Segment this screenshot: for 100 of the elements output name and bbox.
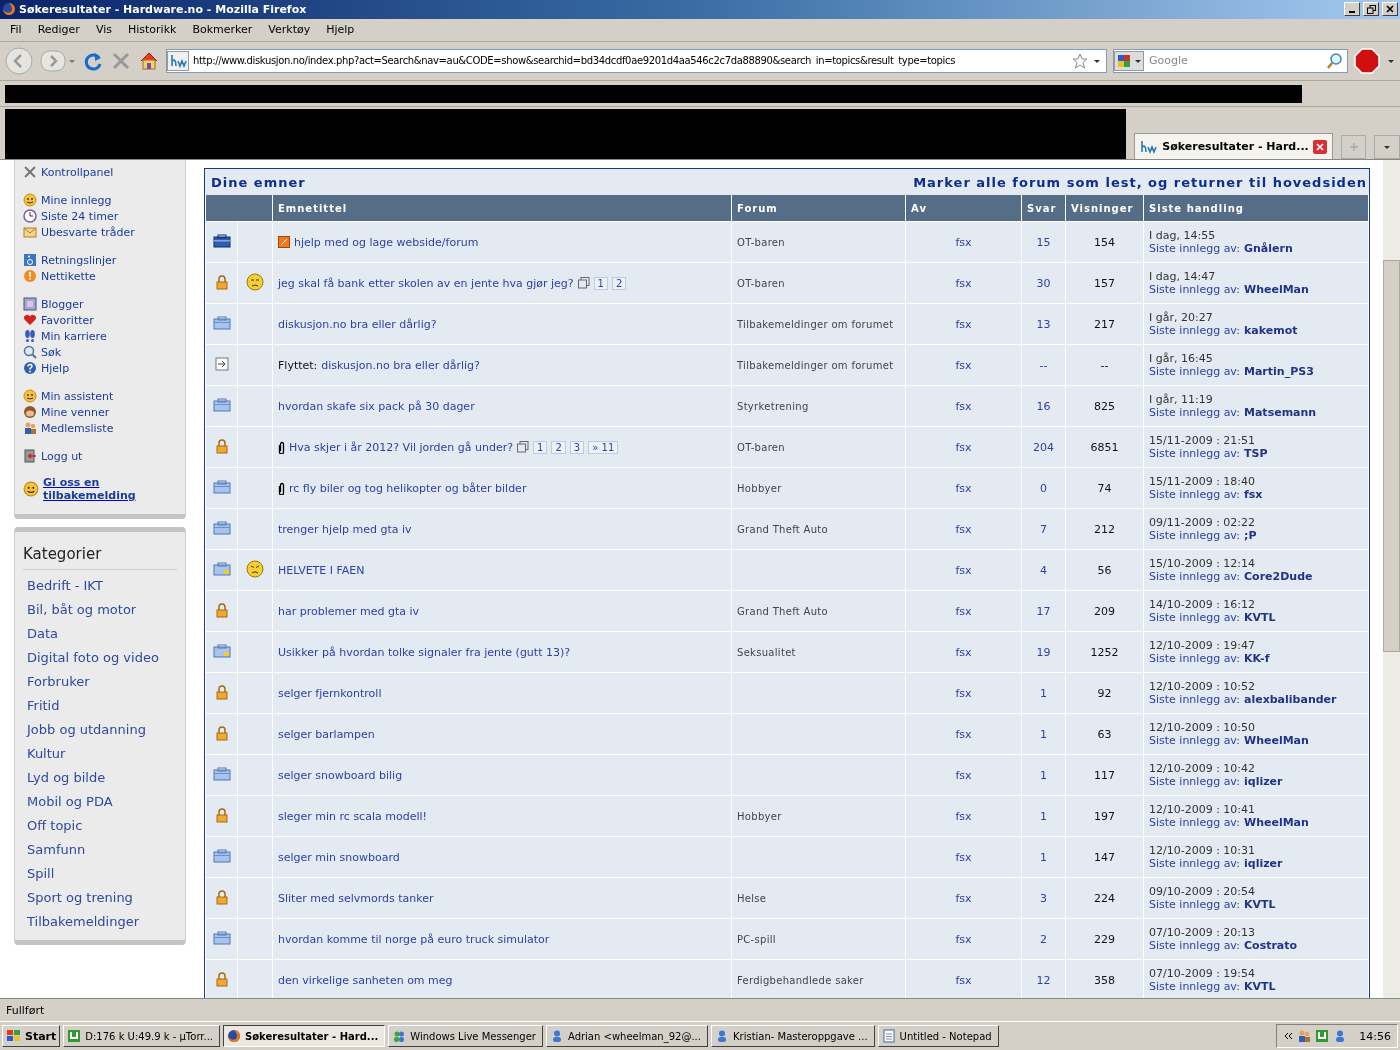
topic-link[interactable]: har problemer med gta iv [278, 604, 420, 618]
reply-count[interactable]: 12 [1036, 973, 1051, 987]
reply-count[interactable]: 30 [1036, 276, 1051, 290]
last-poster-link[interactable]: Gnålern [1244, 242, 1293, 256]
reply-count[interactable]: 16 [1036, 399, 1051, 413]
reply-count[interactable]: 4 [1040, 563, 1047, 577]
address-bar[interactable]: http://www.diskusjon.no/index.php?act=Search&nav=au&CODE=show&searchid=bd34dcdf0ae9201d4aa546c2c7da88890&search_in=topics&result_type=topics [166, 48, 1107, 73]
sidebar-link[interactable]: Min assistent [23, 388, 177, 405]
menu-item[interactable]: Vis [87, 21, 120, 39]
topic-link[interactable]: hvordan skafe six pack på 30 dager [278, 399, 475, 413]
topic-link[interactable]: jeg skal få bank etter skolen av en jente hva gjør jeg? [278, 276, 574, 290]
page-link[interactable]: » 11 [588, 440, 619, 454]
author-link[interactable]: fsx [955, 604, 972, 618]
author-link[interactable]: fsx [955, 358, 972, 372]
topic-link[interactable]: den virkelige sanheten om meg [278, 973, 453, 987]
sidebar-link[interactable]: Ubesvarte tråder [23, 224, 177, 241]
reply-count[interactable]: 1 [1040, 768, 1047, 782]
reply-count[interactable]: 1 [1040, 727, 1047, 741]
chevron-icon[interactable] [1283, 1031, 1294, 1042]
last-poster-link[interactable]: KVTL [1244, 898, 1276, 912]
taskbar-button[interactable]: Kristian- Masteroppgave ... [710, 1025, 875, 1048]
topic-link[interactable]: hvordan komme til norge på euro truck simulator [278, 932, 550, 946]
category-link[interactable]: Forbruker [23, 670, 177, 695]
scrollbar[interactable] [1383, 160, 1400, 999]
taskbar-button[interactable]: D:176 k U:49.9 k - µTorr... [63, 1025, 221, 1048]
sidebar-link[interactable]: Mine venner [23, 404, 177, 421]
reply-count[interactable]: 7 [1040, 522, 1047, 536]
topic-link[interactable]: sleger min rc scala modell! [278, 809, 427, 823]
last-poster-link[interactable]: fsx [1244, 488, 1263, 502]
sidebar-link[interactable]: Logg ut [23, 448, 177, 465]
sidebar-link[interactable]: Blogger [23, 296, 177, 313]
category-link[interactable]: Samfunn [23, 838, 177, 863]
search-bar[interactable]: Google [1113, 48, 1348, 73]
reply-count[interactable]: -- [1039, 358, 1048, 372]
page-link[interactable]: 1 [533, 440, 548, 454]
category-link[interactable]: Mobil og PDA [23, 790, 177, 815]
author-link[interactable]: fsx [955, 645, 972, 659]
browser-tab[interactable]: Søkeresultater - Hard... [1134, 133, 1333, 160]
author-link[interactable]: fsx [955, 563, 972, 577]
author-link[interactable]: fsx [955, 686, 972, 700]
sidebar-link[interactable]: Kontrollpanel [23, 164, 177, 181]
feedback-link[interactable]: Gi oss en tilbakemelding [43, 476, 153, 503]
category-link[interactable]: Off topic [23, 814, 177, 839]
taskbar-button[interactable]: Adrian <wheelman_92@... [545, 1025, 708, 1048]
author-link[interactable]: fsx [955, 317, 972, 331]
reply-count[interactable]: 17 [1036, 604, 1051, 618]
author-link[interactable]: fsx [955, 850, 972, 864]
mark-all-read-link[interactable]: Marker alle forum som lest, og returner til hovedsiden [913, 174, 1367, 190]
menu-item[interactable]: Fil [2, 21, 30, 39]
last-poster-link[interactable]: Costrato [1244, 939, 1298, 953]
author-link[interactable]: fsx [955, 522, 972, 536]
author-link[interactable]: fsx [955, 891, 972, 905]
author-link[interactable]: fsx [955, 235, 972, 249]
sidebar-link[interactable]: Hjelp [23, 360, 177, 377]
author-link[interactable]: fsx [955, 399, 972, 413]
last-poster-link[interactable]: Core2Dude [1244, 570, 1313, 584]
category-link[interactable]: Data [23, 622, 177, 647]
reply-count[interactable]: 204 [1033, 440, 1054, 454]
sidebar-link[interactable]: Søk [23, 344, 177, 361]
topic-link[interactable]: diskusjon.no bra eller dårlig? [321, 358, 480, 372]
minimize-button[interactable] [1344, 2, 1360, 17]
sidebar-link[interactable]: Siste 24 timer [23, 208, 177, 225]
category-link[interactable]: Bedrift - IKT [23, 574, 177, 599]
page-link[interactable]: 1 [593, 276, 608, 290]
topic-link[interactable]: HELVETE I FAEN [278, 563, 365, 577]
sidebar-link[interactable]: Medlemsliste [23, 420, 177, 437]
author-link[interactable]: fsx [955, 809, 972, 823]
close-button[interactable] [1382, 2, 1398, 17]
menu-item[interactable]: Hjelp [318, 21, 363, 39]
last-poster-link[interactable]: WheelMan [1244, 283, 1309, 297]
category-link[interactable]: Fritid [23, 694, 177, 719]
last-poster-link[interactable]: KVTL [1244, 611, 1276, 625]
author-link[interactable]: fsx [955, 481, 972, 495]
close-icon[interactable] [1312, 139, 1327, 154]
topic-link[interactable]: hjelp med og lage webside/forum [294, 235, 479, 249]
topic-link[interactable]: trenger hjelp med gta iv [278, 522, 412, 536]
last-poster-link[interactable]: TSP [1244, 447, 1268, 461]
last-poster-link[interactable]: alexbalibander [1244, 693, 1337, 707]
star-icon[interactable] [1072, 52, 1088, 69]
last-poster-link[interactable]: kakemot [1244, 324, 1298, 338]
menu-item[interactable]: Bokmerker [184, 21, 261, 39]
category-link[interactable]: Kultur [23, 742, 177, 767]
stop-sign-icon[interactable] [1354, 47, 1380, 74]
topic-link[interactable]: selger min snowboard [278, 850, 400, 864]
author-link[interactable]: fsx [955, 440, 972, 454]
reply-count[interactable]: 1 [1040, 686, 1047, 700]
last-poster-link[interactable]: Matsemann [1244, 406, 1317, 420]
category-link[interactable]: Digital foto og video [23, 646, 177, 671]
page-link[interactable]: 2 [551, 440, 566, 454]
topic-link[interactable]: rc fly biler og tog helikopter og båter bilder [289, 481, 527, 495]
topic-link[interactable]: selger snowboard bilig [278, 768, 403, 782]
reply-count[interactable]: 19 [1036, 645, 1051, 659]
category-link[interactable]: Bil, båt og motor [23, 598, 177, 623]
sidebar-link[interactable]: Retningslinjer [23, 252, 177, 269]
start-button[interactable]: Start [2, 1025, 61, 1048]
reply-count[interactable]: 1 [1040, 809, 1047, 823]
reply-count[interactable]: 3 [1040, 891, 1047, 905]
menu-item[interactable]: Historikk [119, 21, 185, 39]
author-link[interactable]: fsx [955, 932, 972, 946]
last-poster-link[interactable]: Martin_PS3 [1244, 365, 1314, 379]
